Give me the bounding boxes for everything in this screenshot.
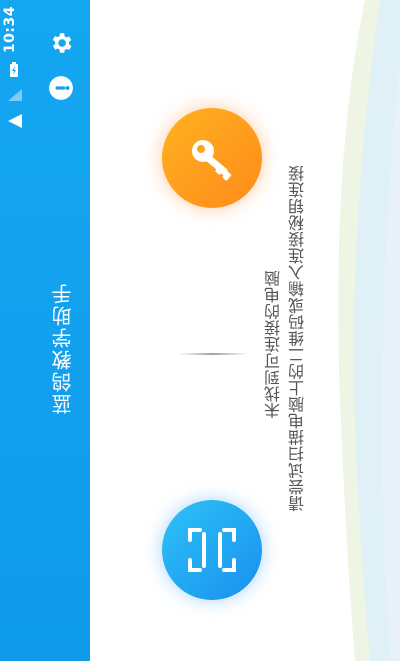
scan-qr-button[interactable] [162, 500, 262, 600]
background-waves [338, 0, 400, 661]
app-title: 蓝鸽教学助手 [51, 282, 75, 414]
scan-icon [188, 528, 236, 572]
key-icon [192, 140, 232, 181]
status-bar: 10:34 [0, 0, 34, 150]
instruction-message: 请尝试扫描电脑上的二维码或输入连接秘钥连接 [288, 165, 307, 512]
app-bar: 10:34 蓝鸽教学助手 [0, 0, 90, 661]
divider [178, 353, 248, 355]
gear-icon[interactable] [48, 30, 74, 56]
signal-icon [8, 89, 22, 101]
info-icon[interactable] [48, 75, 74, 101]
status-message: 未找到可连接的电脑 [264, 270, 283, 419]
battery-charging-icon [10, 62, 18, 77]
enter-key-button[interactable] [162, 108, 262, 208]
wifi-icon [8, 114, 22, 128]
status-time: 10:34 [2, 6, 18, 54]
